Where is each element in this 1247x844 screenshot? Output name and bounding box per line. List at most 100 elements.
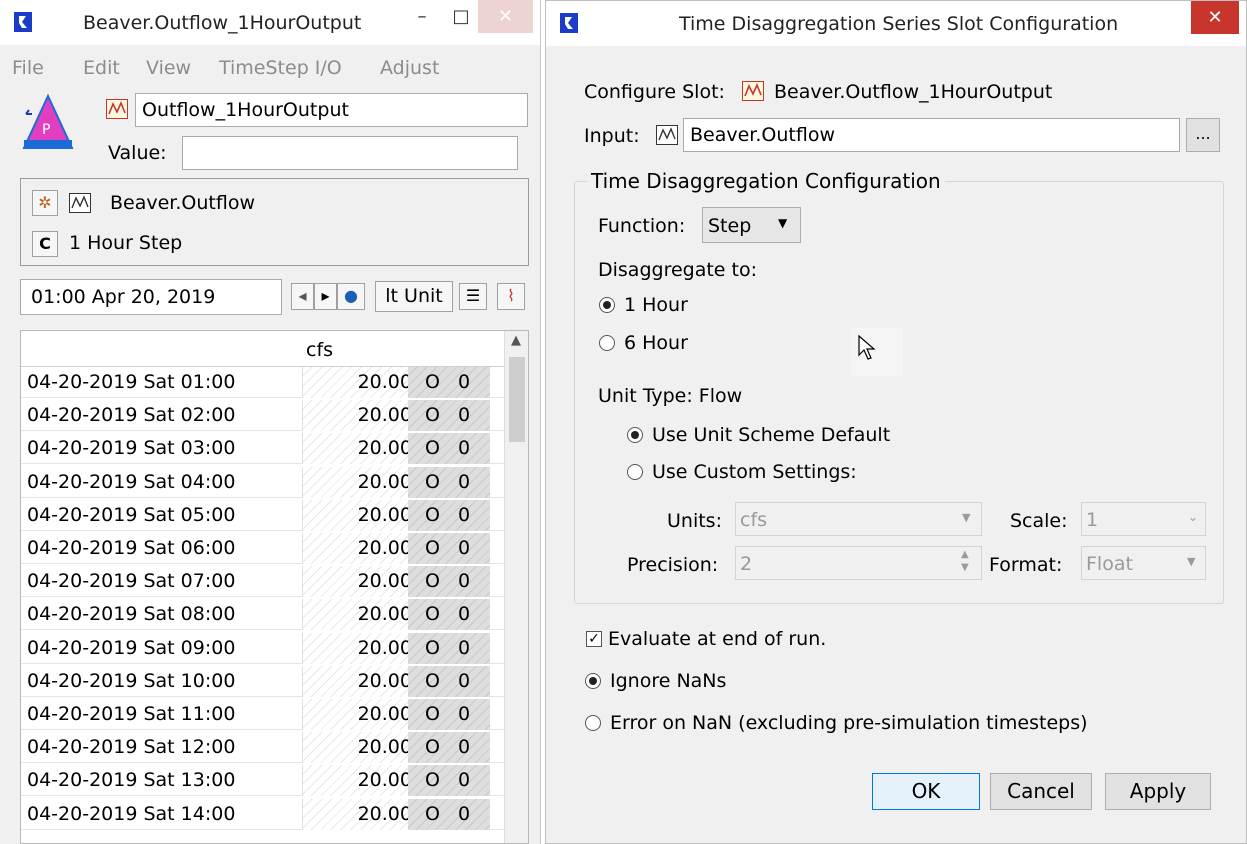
date-field[interactable]: 01:00 Apr 20, 2019 — [20, 279, 282, 315]
radio-unit-scheme-default[interactable] — [627, 427, 643, 443]
table-row[interactable]: 04-20-2019 Sat 06:00 20.00 O 0 — [21, 533, 506, 564]
menu-bar: File Edit View TimeStep I/O Adjust — [0, 47, 540, 87]
date-text: 01:00 Apr 20, 2019 — [31, 286, 216, 308]
scale-dropdown[interactable]: 1 ⌄ — [1081, 502, 1206, 536]
row-flag-2: 0 — [458, 404, 471, 427]
radio-6-hour[interactable] — [599, 335, 615, 351]
row-flag-2: 0 — [458, 636, 471, 659]
table-row[interactable]: 04-20-2019 Sat 03:00 20.00 O 0 — [21, 433, 506, 465]
value-field[interactable] — [182, 136, 518, 170]
plot-icon[interactable]: ⌇ — [497, 283, 525, 310]
row-flag-2: 0 — [458, 437, 471, 460]
row-value: 20.00 — [357, 437, 412, 460]
menu-file[interactable]: File — [12, 57, 44, 79]
dialog-close-button[interactable]: ✕ — [1191, 1, 1239, 34]
table-row[interactable]: 04-20-2019 Sat 07:00 20.00 O 0 — [21, 566, 506, 598]
function-value: Step — [708, 215, 752, 237]
table-row[interactable]: 04-20-2019 Sat 11:00 20.00 O 0 — [21, 699, 506, 730]
menu-view[interactable]: View — [146, 57, 191, 79]
slot-name-field[interactable]: Outflow_1HourOutput — [135, 93, 528, 127]
cancel-button[interactable]: Cancel — [990, 773, 1092, 810]
row-flag-cell[interactable] — [408, 798, 490, 830]
radio-custom-settings[interactable] — [627, 464, 643, 480]
row-flag-cell[interactable] — [408, 499, 490, 531]
spin-arrows-icon[interactable]: ▲ ▼ — [961, 548, 969, 574]
minimize-button[interactable]: – — [405, 0, 439, 33]
refresh-icon[interactable]: C — [32, 231, 58, 257]
radio-ignore-nans[interactable] — [585, 673, 601, 689]
row-flag-cell[interactable] — [408, 466, 490, 498]
row-value: 20.00 — [357, 570, 412, 593]
list-icon[interactable]: ☰ — [459, 283, 487, 310]
row-flag-cell[interactable] — [408, 433, 490, 465]
table-row[interactable]: 04-20-2019 Sat 05:00 20.00 O 0 — [21, 499, 506, 531]
input-series-icon — [656, 125, 678, 150]
function-label: Function: — [598, 215, 686, 237]
configure-series-icon — [742, 81, 764, 106]
row-value: 20.00 — [357, 802, 412, 825]
scroll-thumb[interactable] — [509, 357, 525, 442]
unit-scheme-default-label: Use Unit Scheme Default — [652, 424, 891, 446]
row-flag-2: 0 — [458, 470, 471, 493]
nav-right-icon[interactable]: ▸ — [314, 283, 337, 310]
radio-1-hour[interactable] — [599, 297, 615, 313]
row-flag-cell[interactable] — [408, 665, 490, 697]
evaluate-checkbox[interactable]: ✓ — [586, 631, 602, 647]
table-row[interactable]: 04-20-2019 Sat 01:00 20.00 O 0 — [21, 367, 506, 398]
table-row[interactable]: 04-20-2019 Sat 08:00 20.00 O 0 — [21, 599, 506, 631]
group-title: Time Disaggregation Configuration — [587, 169, 945, 193]
row-flag-1: O — [425, 537, 440, 559]
menu-edit[interactable]: Edit — [83, 57, 120, 79]
nav-left-icon[interactable]: ◂ — [291, 283, 314, 310]
menu-adjust[interactable]: Adjust — [380, 57, 439, 79]
row-date: 04-20-2019 Sat 04:00 — [27, 470, 236, 493]
globe-icon[interactable]: ● — [337, 283, 365, 310]
input-field[interactable]: Beaver.Outflow — [683, 118, 1180, 152]
scroll-up-icon[interactable]: ▲ — [511, 333, 521, 348]
custom-settings-label: Use Custom Settings: — [652, 461, 857, 483]
row-flag-cell[interactable] — [408, 765, 490, 797]
row-flag-cell[interactable] — [408, 566, 490, 598]
maximize-button[interactable]: □ — [444, 0, 478, 33]
table-row[interactable]: 04-20-2019 Sat 12:00 20.00 O 0 — [21, 732, 506, 764]
error-on-nan-label: Error on NaN (excluding pre-simulation t… — [610, 712, 1088, 734]
precision-spinbox[interactable]: 2 ▲ ▼ — [735, 546, 982, 580]
table-row[interactable]: 04-20-2019 Sat 09:00 20.00 O 0 — [21, 632, 506, 664]
table-row[interactable]: 04-20-2019 Sat 02:00 20.00 O 0 — [21, 400, 506, 432]
format-dropdown[interactable]: Float ▼ — [1081, 546, 1206, 580]
gear-icon[interactable]: ✲ — [32, 190, 58, 216]
browse-button[interactable]: ... — [1186, 118, 1220, 152]
row-date: 04-20-2019 Sat 02:00 — [27, 404, 236, 427]
function-dropdown[interactable]: Step ▼ — [702, 207, 801, 243]
row-flag-cell[interactable] — [408, 400, 490, 432]
apply-button[interactable]: Apply — [1105, 773, 1211, 810]
alt-unit-button[interactable]: lt Unit — [375, 281, 453, 312]
table-row[interactable]: 04-20-2019 Sat 14:00 20.00 O 0 — [21, 798, 506, 830]
radio-error-on-nan[interactable] — [585, 715, 601, 731]
menu-timestep-io[interactable]: TimeStep I/O — [219, 57, 342, 79]
ignore-nans-label: Ignore NaNs — [610, 670, 727, 692]
configure-slot-name: Beaver.Outflow_1HourOutput — [774, 81, 1053, 103]
row-flag-cell[interactable] — [408, 533, 490, 564]
table-row[interactable]: 04-20-2019 Sat 10:00 20.00 O 0 — [21, 665, 506, 697]
table-row[interactable]: 04-20-2019 Sat 13:00 20.00 O 0 — [21, 765, 506, 797]
row-flag-cell[interactable] — [408, 732, 490, 764]
vertical-scrollbar[interactable]: ▲ — [504, 331, 528, 843]
row-flag-cell[interactable] — [408, 599, 490, 631]
ok-button[interactable]: OK — [872, 773, 980, 810]
close-button[interactable]: ✕ — [478, 0, 533, 33]
row-flag-cell[interactable] — [408, 367, 490, 398]
row-flag-2: 0 — [458, 802, 471, 825]
riverware-logo-icon — [14, 12, 32, 32]
units-dropdown[interactable]: cfs ▼ — [735, 502, 982, 536]
row-flag-cell[interactable] — [408, 699, 490, 730]
row-date: 04-20-2019 Sat 10:00 — [27, 669, 236, 692]
dialog-title-bar[interactable]: Time Disaggregation Series Slot Configur… — [546, 1, 1246, 46]
row-flag-1: O — [425, 503, 440, 526]
row-value: 20.00 — [357, 736, 412, 759]
row-flag-1: O — [425, 470, 440, 493]
row-flag-cell[interactable] — [408, 632, 490, 664]
table-row[interactable]: 04-20-2019 Sat 04:00 20.00 O 0 — [21, 466, 506, 498]
left-title-bar[interactable]: Beaver.Outflow_1HourOutput – □ ✕ — [0, 0, 540, 45]
row-date: 04-20-2019 Sat 11:00 — [27, 703, 236, 725]
